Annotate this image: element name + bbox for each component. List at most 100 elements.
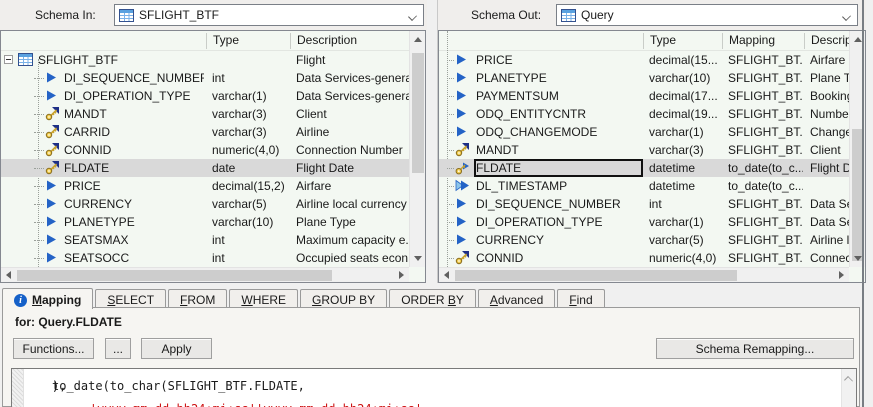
table-row[interactable]: SEATSMAX int Maximum capacity e...	[1, 231, 409, 249]
table-row[interactable]: CONNID numeric(4,0) SFLIGHT_BT... Connec	[439, 249, 849, 267]
scroll-right-icon[interactable]	[399, 271, 404, 279]
scroll-up-icon[interactable]	[414, 37, 422, 42]
key-icon	[45, 161, 60, 175]
column-description: Occupied seats econ...	[296, 251, 409, 265]
column-type: decimal(15,2)	[212, 179, 288, 193]
table-row[interactable]: PRICE decimal(15... SFLIGHT_BT... Airfar…	[439, 51, 849, 69]
column-name: SEATSMAX	[64, 233, 204, 247]
column-description: Plane Type	[296, 215, 409, 229]
column-mapping: SFLIGHT_BT...	[728, 53, 803, 67]
table-row[interactable]: PAYMENTSUM decimal(17... SFLIGHT_BT... B…	[439, 87, 849, 105]
tab[interactable]: i ORDER BY	[389, 289, 476, 308]
table-row[interactable]: MANDT varchar(3) SFLIGHT_BT... Client	[439, 141, 849, 159]
column-name: CONNID	[476, 251, 641, 265]
schema-out-value: Query	[581, 8, 614, 22]
column-mapping: SFLIGHT_BT...	[728, 71, 803, 85]
tab-bar: i Mapping i SELECT i FROM i WHERE	[2, 288, 607, 308]
arrow-icon	[455, 233, 470, 247]
scroll-up-icon[interactable]	[854, 37, 862, 42]
mapping-expression: to_date(to_char(SFLIGHT_BTF.FLDATE,'yyyy…	[32, 374, 838, 407]
double-arrow-icon	[455, 179, 470, 193]
scrollbar-thumb[interactable]	[17, 270, 332, 281]
arrow-icon	[45, 89, 60, 103]
schema-in-combobox[interactable]: SFLIGHT_BTF	[114, 4, 424, 26]
table-row[interactable]: SEATSOCC int Occupied seats econ...	[1, 249, 409, 267]
scroll-left-icon[interactable]	[6, 271, 11, 279]
column-mapping: to_date(to_c...	[728, 161, 803, 175]
scroll-left-icon[interactable]	[444, 271, 449, 279]
tab[interactable]: i Advanced	[478, 289, 555, 308]
column-name: CARRID	[64, 125, 204, 139]
table-row[interactable]: CONNID numeric(4,0) Connection Number	[1, 141, 409, 159]
column-mapping: SFLIGHT_BT...	[728, 251, 803, 265]
table-row[interactable]: CARRID varchar(3) Airline	[1, 123, 409, 141]
column-name: SFLIGHT_BTF	[38, 53, 178, 67]
scroll-down-icon[interactable]	[414, 256, 422, 261]
horizontal-scrollbar[interactable]	[439, 267, 849, 282]
table-row[interactable]: ODQ_CHANGEMODE varchar(1) SFLIGHT_BT... …	[439, 123, 849, 141]
table-row[interactable]: CURRENCY varchar(5) Airline local curren…	[1, 195, 409, 213]
column-description: Connection Number	[296, 143, 409, 157]
column-name: CONNID	[64, 143, 204, 157]
column-name: DL_TIMESTAMP	[476, 179, 641, 193]
editor-scrollbar[interactable]	[841, 369, 856, 407]
schema-in-header: Schema In: SFLIGHT_BTF	[0, 0, 427, 30]
scroll-down-icon[interactable]	[854, 256, 862, 261]
column-mapping: SFLIGHT_BT...	[728, 215, 803, 229]
table-row[interactable]: FLDATE date Flight Date	[1, 159, 409, 177]
tab[interactable]: i WHERE	[229, 289, 298, 308]
arrow-icon	[45, 251, 60, 265]
column-type: int	[212, 233, 288, 247]
column-description: Client	[296, 107, 409, 121]
table-row[interactable]: CURRENCY varchar(5) SFLIGHT_BT... Airlin…	[439, 231, 849, 249]
arrow-icon	[455, 107, 470, 121]
column-mapping: SFLIGHT_BT...	[728, 197, 803, 211]
column-description: Data Se	[810, 197, 849, 211]
column-type: varchar(1)	[212, 89, 288, 103]
table-row[interactable]: DI_SEQUENCE_NUMBER int Data Services-gen…	[1, 69, 409, 87]
more-button[interactable]: ...	[105, 338, 131, 359]
table-row[interactable]: DI_OPERATION_TYPE varchar(1) SFLIGHT_BT.…	[439, 213, 849, 231]
scrollbar-thumb[interactable]	[412, 53, 424, 173]
schema-out-label: Schema Out:	[471, 8, 541, 22]
table-row[interactable]: MANDT varchar(3) Client	[1, 105, 409, 123]
schema-out-header: Schema Out: Query	[438, 0, 866, 30]
table-row[interactable]: PRICE decimal(15,2) Airfare	[1, 177, 409, 195]
column-name: CURRENCY	[64, 197, 204, 211]
table-row[interactable]: SFLIGHT_BTF Flight	[1, 51, 409, 69]
tab[interactable]: i FROM	[168, 289, 227, 308]
info-icon: i	[14, 294, 27, 307]
table-row[interactable]: PLANETYPE varchar(10) SFLIGHT_BT... Plan…	[439, 69, 849, 87]
column-name: FLDATE	[476, 161, 641, 175]
tab[interactable]: i Mapping	[2, 288, 93, 309]
table-row[interactable]: DI_OPERATION_TYPE varchar(1) Data Servic…	[1, 87, 409, 105]
functions-button[interactable]: Functions...	[13, 338, 94, 359]
key-icon	[45, 107, 60, 121]
scroll-right-icon[interactable]	[839, 271, 844, 279]
table-row[interactable]: FLDATE datetime to_date(to_c... Flight D	[439, 159, 849, 177]
apply-button[interactable]: Apply	[141, 338, 212, 359]
mapping-expression-editor[interactable]: to_date(to_char(SFLIGHT_BTF.FLDATE,'yyyy…	[11, 368, 857, 407]
collapse-icon[interactable]	[4, 55, 13, 64]
tab[interactable]: i Find	[557, 289, 604, 308]
tab[interactable]: i SELECT	[95, 289, 166, 308]
vertical-scrollbar[interactable]	[409, 31, 425, 267]
column-description: Data Se	[810, 215, 849, 229]
arrow-icon	[45, 233, 60, 247]
scroll-up-icon[interactable]	[844, 376, 853, 385]
column-name: MANDT	[64, 107, 204, 121]
query-transform-editor: Schema In: SFLIGHT_BTF Type Description	[0, 0, 873, 407]
table-row[interactable]: ODQ_ENTITYCNTR decimal(19... SFLIGHT_BT.…	[439, 105, 849, 123]
arrow-icon	[45, 71, 60, 85]
table-row[interactable]: DL_TIMESTAMP datetime to_date(to_c...	[439, 177, 849, 195]
table-row[interactable]: PLANETYPE varchar(10) Plane Type	[1, 213, 409, 231]
tab[interactable]: i GROUP BY	[300, 289, 387, 308]
horizontal-scrollbar[interactable]	[1, 267, 409, 282]
scrollbar-thumb[interactable]	[455, 270, 737, 281]
column-description: Plane Ty	[810, 71, 849, 85]
schema-out-combobox[interactable]: Query	[556, 4, 858, 26]
table-row[interactable]: DI_SEQUENCE_NUMBER int SFLIGHT_BT... Dat…	[439, 195, 849, 213]
expression-segment: 'yyyy-mm-dd hh24:mi:ss'	[90, 402, 256, 407]
schema-remapping-button[interactable]: Schema Remapping...	[656, 338, 854, 359]
column-type: varchar(3)	[212, 125, 288, 139]
